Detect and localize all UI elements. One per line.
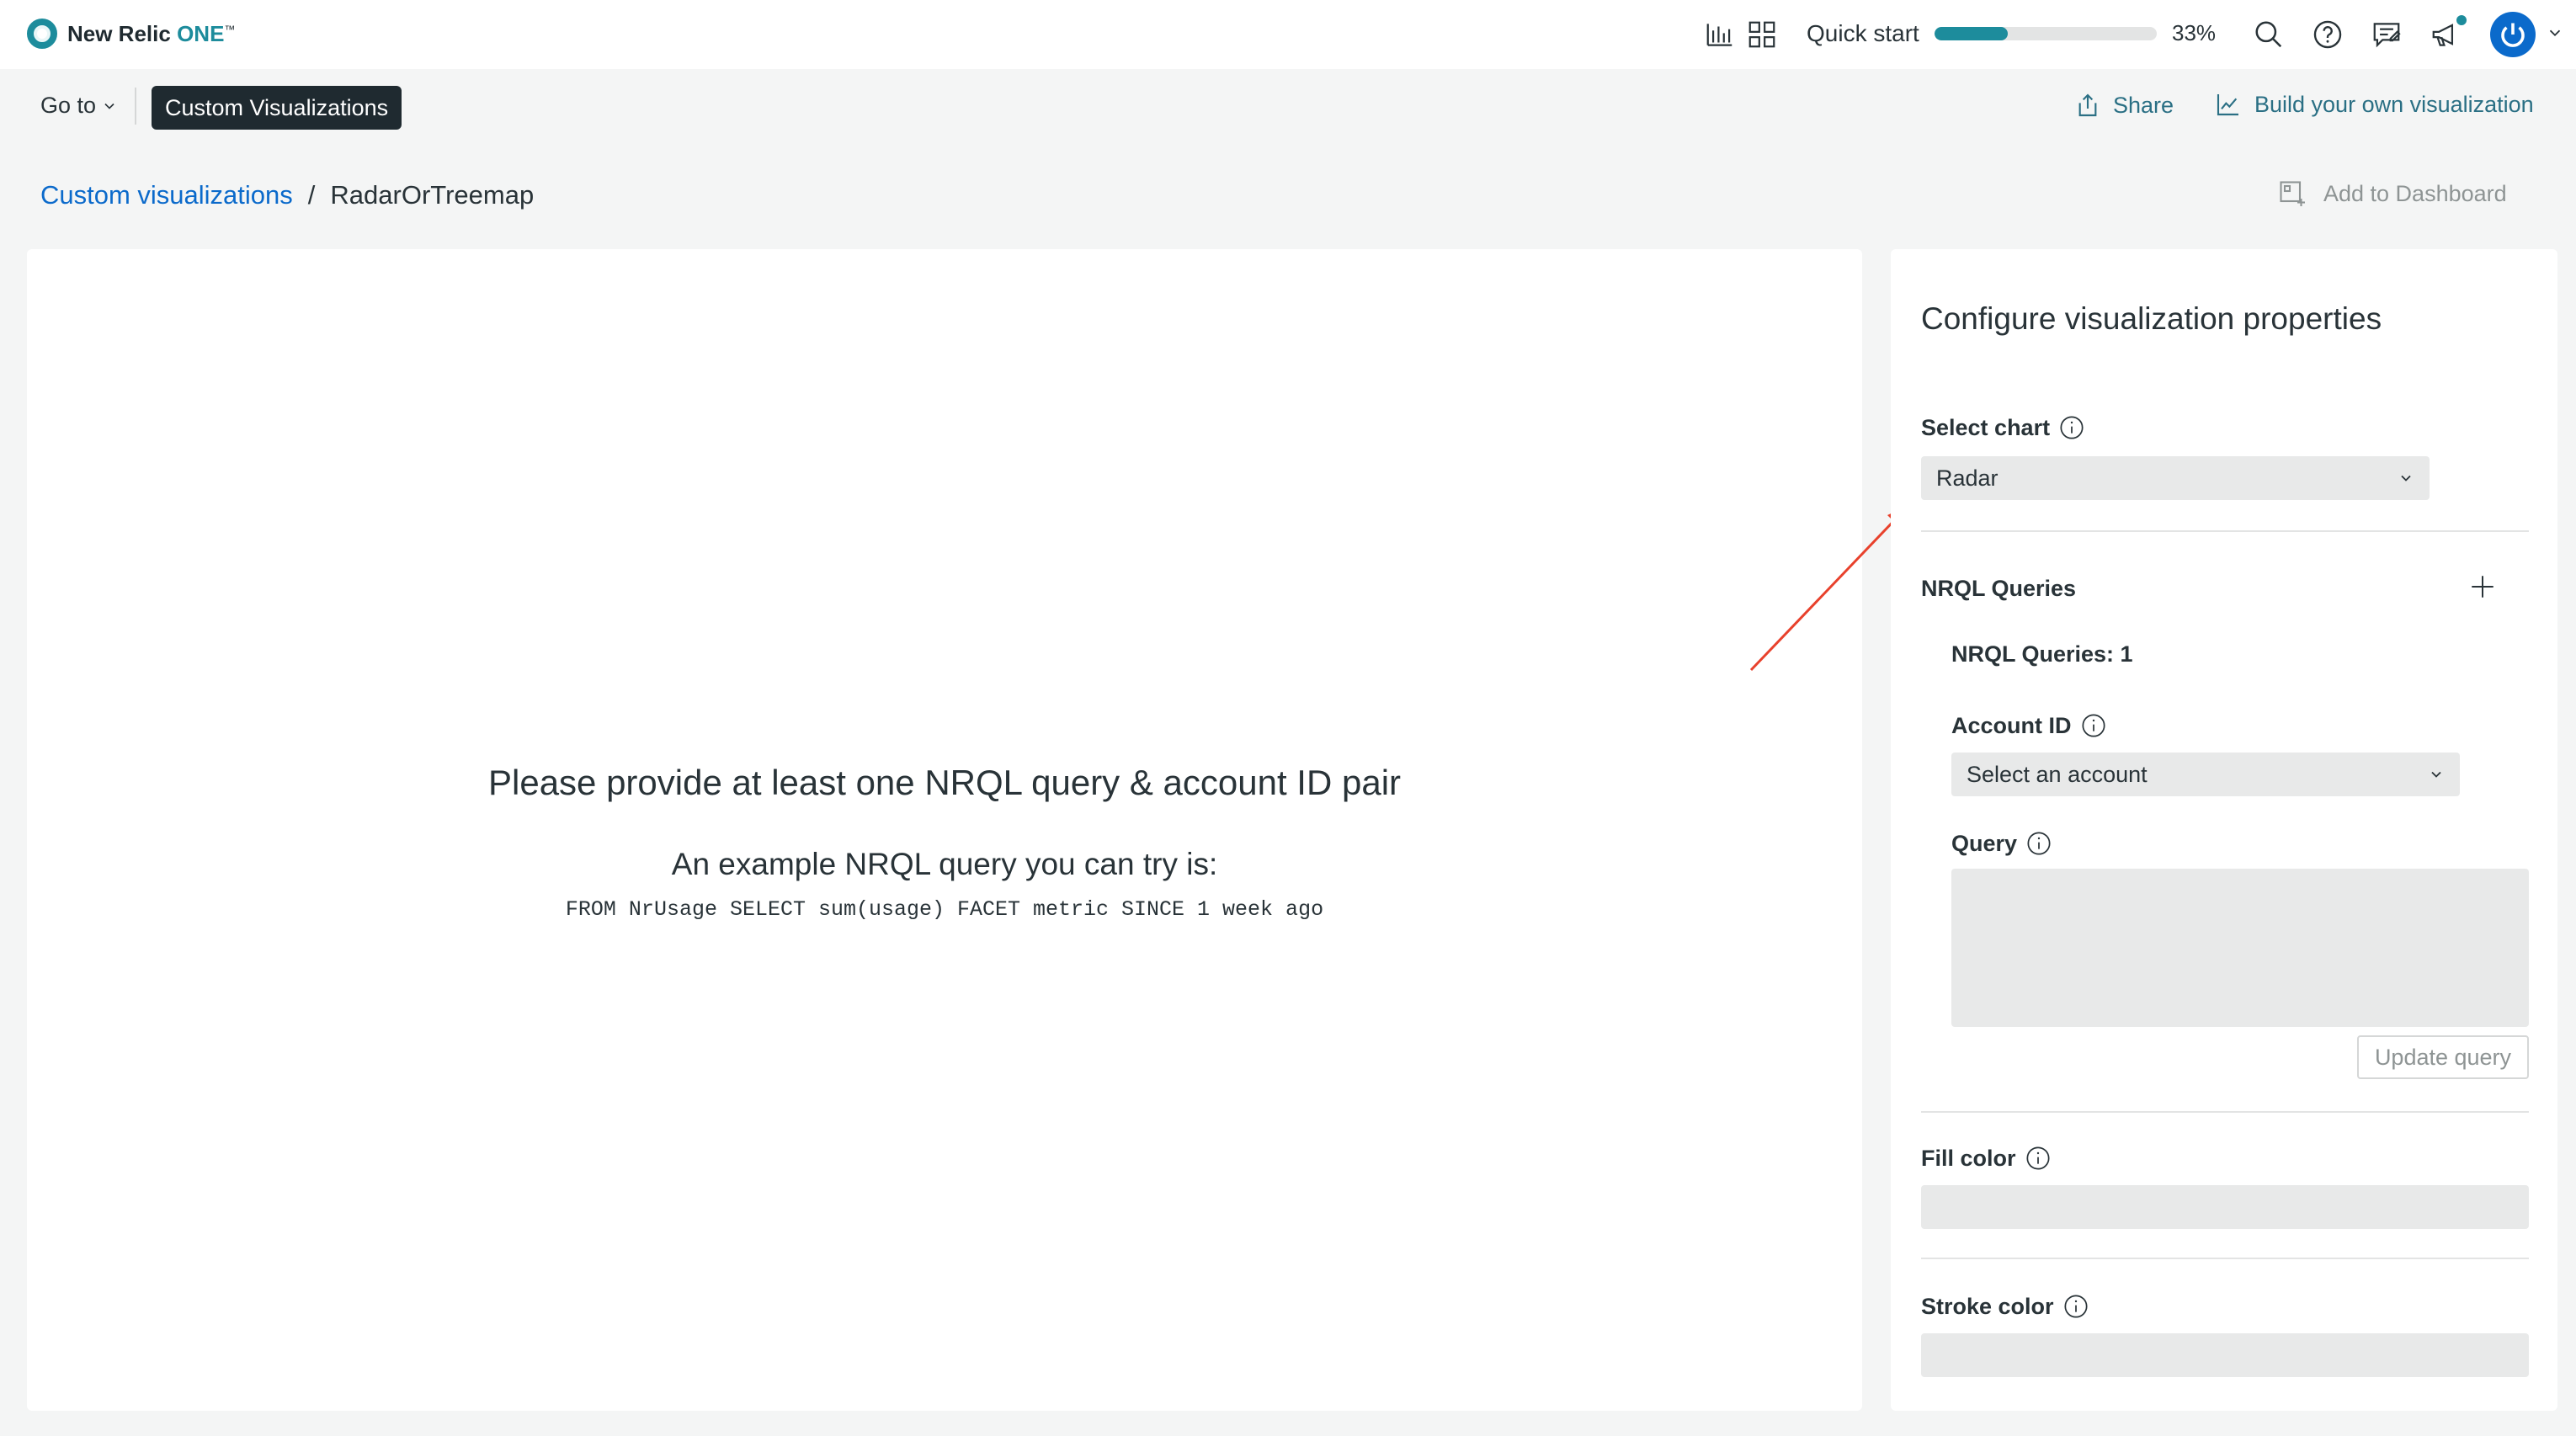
bar-chart-icon[interactable] [1704, 19, 1736, 51]
chevron-down-icon[interactable] [2546, 24, 2564, 42]
quick-start-label[interactable]: Quick start [1807, 20, 1919, 47]
share-button[interactable]: Share [2074, 91, 2174, 120]
nrql-queries-heading: NRQL Queries [1921, 576, 2076, 602]
stroke-color-input[interactable] [1921, 1333, 2529, 1377]
info-icon[interactable] [2025, 1145, 2052, 1172]
info-icon[interactable] [2062, 1293, 2089, 1320]
info-icon[interactable] [2080, 712, 2107, 739]
section-divider [1921, 1111, 2529, 1113]
account-id-label-text: Account ID [1951, 712, 2072, 738]
fill-color-label-text: Fill color [1921, 1145, 2016, 1171]
info-icon[interactable] [2025, 830, 2052, 857]
section-divider [1921, 530, 2529, 532]
apps-grid-icon[interactable] [1746, 19, 1778, 51]
chevron-down-icon [104, 103, 114, 109]
fill-color-input[interactable] [1921, 1185, 2529, 1229]
nrql-queries-count: NRQL Queries: 1 [1951, 641, 2133, 667]
configuration-panel: Configure visualization properties Selec… [1891, 249, 2557, 1411]
breadcrumb: Custom visualizations / RadarOrTreemap [40, 180, 534, 210]
share-icon [2078, 93, 2097, 117]
top-bar: New Relic ONE™ Quick start 33% [0, 0, 2576, 69]
add-to-dashboard-label: Add to Dashboard [2323, 180, 2507, 206]
breadcrumb-separator: / [307, 180, 316, 210]
chart-line-icon [2217, 94, 2238, 116]
add-to-dashboard-icon [2280, 181, 2305, 206]
add-to-dashboard-button[interactable]: Add to Dashboard [2276, 178, 2507, 209]
search-icon[interactable] [2253, 19, 2285, 51]
example-query-code: FROM NrUsage SELECT sum(usage) FACET met… [565, 897, 1324, 922]
query-label-text: Query [1951, 830, 2018, 856]
update-query-button[interactable]: Update query [2357, 1035, 2529, 1079]
config-panel-title: Configure visualization properties [1921, 301, 2382, 336]
quick-start-progress-fill [1935, 27, 2009, 40]
build-visualization-label: Build your own visualization [2254, 91, 2534, 117]
query-label: Query [1951, 830, 2052, 857]
chart-type-value: Radar [1936, 465, 1999, 491]
logo-accent: ONE [177, 20, 225, 46]
quick-start-progress[interactable] [1935, 27, 2157, 40]
account-id-label: Account ID [1951, 712, 2107, 739]
custom-visualizations-tab[interactable]: Custom Visualizations [152, 86, 402, 130]
logo-name: New Relic [67, 20, 171, 46]
nav-divider [135, 88, 136, 125]
help-icon[interactable] [2312, 19, 2344, 51]
build-visualization-button[interactable]: Build your own visualization [2214, 91, 2534, 118]
select-chart-label: Select chart [1921, 414, 2085, 441]
quick-start-percent: 33% [2172, 20, 2217, 45]
query-textarea[interactable] [1951, 869, 2529, 1027]
nrql-queries-heading-text: NRQL Queries [1921, 576, 2077, 601]
section-divider [1921, 1258, 2529, 1259]
go-to-label: Go to [40, 93, 97, 118]
info-icon[interactable] [2058, 414, 2085, 441]
account-select-placeholder: Select an account [1967, 761, 2148, 787]
chart-type-select[interactable]: Radar [1921, 456, 2430, 500]
new-relic-logo-icon [27, 19, 57, 49]
go-to-menu[interactable]: Go to [40, 93, 118, 119]
add-query-button[interactable] [2468, 572, 2497, 601]
chevron-down-icon [2431, 771, 2441, 778]
share-label: Share [2113, 92, 2174, 118]
notification-dot [2455, 13, 2468, 27]
fill-color-label: Fill color [1921, 1145, 2052, 1172]
empty-state-title: Please provide at least one NRQL query &… [487, 763, 1402, 802]
empty-state-subtitle: An example NRQL query you can try is: [671, 847, 1218, 881]
logo-trademark: ™ [224, 22, 236, 35]
visualization-preview-panel: Please provide at least one NRQL query &… [27, 249, 1862, 1411]
stroke-color-label-text: Stroke color [1921, 1293, 2054, 1319]
select-chart-label-text: Select chart [1921, 414, 2051, 440]
plus-icon [2472, 576, 2494, 598]
user-avatar-icon[interactable] [2490, 12, 2536, 57]
breadcrumb-current: RadarOrTreemap [330, 180, 535, 210]
feedback-icon[interactable] [2371, 19, 2403, 51]
chevron-down-icon [2401, 475, 2411, 481]
breadcrumb-parent-link[interactable]: Custom visualizations [40, 180, 293, 210]
logo-text: New Relic ONE™ [67, 21, 235, 47]
new-relic-logo[interactable]: New Relic ONE™ [27, 19, 235, 49]
account-select[interactable]: Select an account [1951, 753, 2460, 796]
stroke-color-label: Stroke color [1921, 1293, 2089, 1320]
